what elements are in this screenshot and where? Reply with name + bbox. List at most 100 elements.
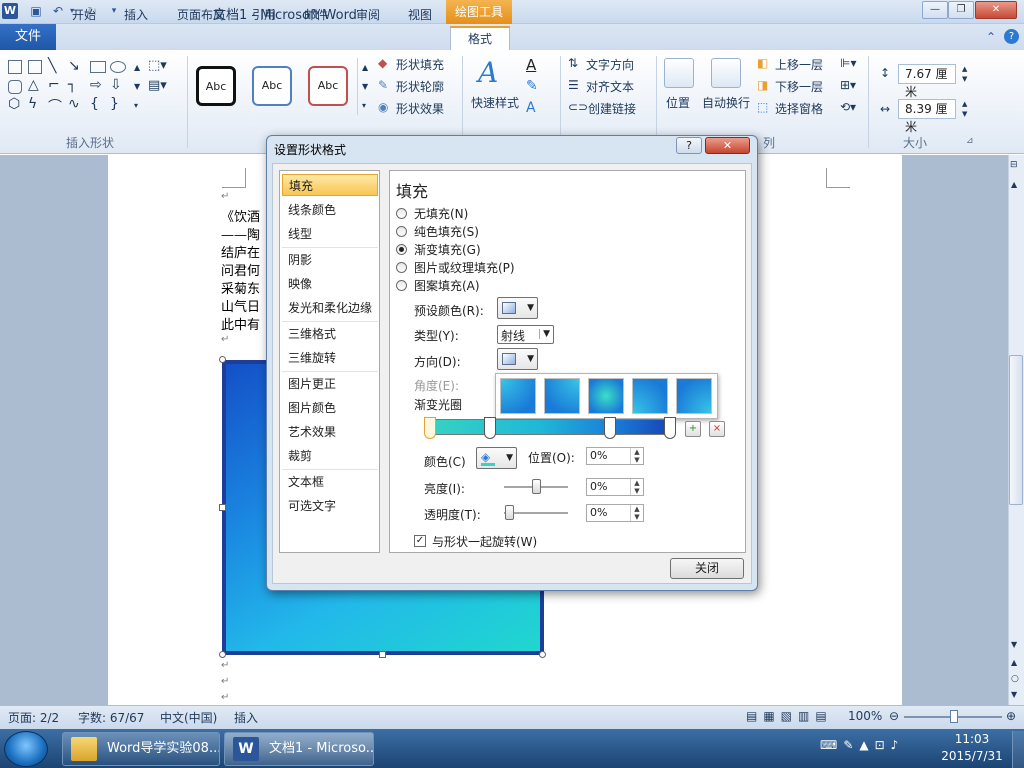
- curve-shape-icon[interactable]: ⌒: [48, 96, 62, 116]
- preset-colors-dropdown[interactable]: ▼: [497, 297, 538, 319]
- text-effects-icon[interactable]: A: [526, 100, 536, 116]
- clock-date[interactable]: 2015/7/31: [938, 749, 1006, 763]
- transparency-spinner-icon[interactable]: ▲ ▼: [630, 505, 643, 521]
- direction-option-bottom-left[interactable]: [632, 378, 668, 414]
- doc-line[interactable]: ——陶: [221, 224, 260, 243]
- dialog-close-button[interactable]: 关闭: [670, 558, 744, 579]
- resize-handle[interactable]: [219, 356, 226, 363]
- edit-shape-icon[interactable]: ⬚▾: [148, 58, 167, 73]
- shape-style-1[interactable]: Abc: [196, 66, 236, 106]
- brightness-slider-thumb[interactable]: [532, 479, 541, 494]
- scroll-down-icon[interactable]: ▼: [1011, 640, 1017, 649]
- taskbar-item-word[interactable]: W 文档1 - Microso...: [224, 732, 374, 766]
- zoom-level[interactable]: 100%: [848, 709, 882, 723]
- zoom-in-icon[interactable]: ⊕: [1006, 709, 1016, 723]
- direction-dropdown[interactable]: ▼: [497, 348, 538, 370]
- connector-shape-icon[interactable]: ⌐: [48, 77, 60, 93]
- nav-item-glow[interactable]: 发光和柔化边缘: [282, 297, 378, 319]
- width-spinner[interactable]: ▲ ▼: [962, 99, 967, 119]
- previous-page-icon[interactable]: ▲: [1011, 658, 1017, 667]
- direction-option-top-left[interactable]: [500, 378, 536, 414]
- resize-handle[interactable]: [219, 651, 226, 658]
- scrollbar-thumb[interactable]: [1009, 355, 1023, 505]
- right-arrow-shape-icon[interactable]: ⇨: [90, 77, 102, 93]
- vertical-textbox-shape-icon[interactable]: [28, 60, 42, 74]
- text-outline-icon[interactable]: ✎: [526, 78, 538, 94]
- brightness-input[interactable]: 0% ▲ ▼: [586, 478, 644, 496]
- link-icon[interactable]: ⊂⊃: [568, 100, 588, 114]
- gradient-stop-selected[interactable]: [424, 417, 436, 439]
- shape-style-2[interactable]: Abc: [252, 66, 292, 106]
- rounded-rect-shape-icon[interactable]: [8, 80, 22, 94]
- size-dialog-launcher-icon[interactable]: ⊿: [966, 136, 974, 146]
- shape-effects-button[interactable]: 形状效果: [396, 100, 444, 117]
- group-icon[interactable]: ⊞▾: [840, 78, 856, 92]
- nav-item-artistic-effects[interactable]: 艺术效果: [282, 421, 378, 443]
- oval-shape-icon[interactable]: [110, 61, 126, 73]
- system-tray-icons[interactable]: ⌨✎▲⊡♪: [820, 738, 904, 752]
- brace-shape-icon[interactable]: {: [90, 96, 99, 112]
- gradient-stop[interactable]: [484, 417, 496, 439]
- create-link-button[interactable]: 创建链接: [588, 100, 636, 117]
- nav-item-alt-text[interactable]: 可选文字: [282, 495, 378, 517]
- nav-item-crop[interactable]: 裁剪: [282, 445, 378, 467]
- wave-shape-icon[interactable]: ∿: [68, 96, 80, 112]
- text-fill-icon[interactable]: A: [526, 56, 536, 74]
- stop-color-picker[interactable]: ◈ ▼: [476, 447, 517, 469]
- doc-line[interactable]: 此中有: [221, 314, 260, 333]
- elbow-connector-shape-icon[interactable]: ┐: [68, 77, 76, 93]
- add-gradient-stop-button[interactable]: +: [685, 421, 701, 437]
- insert-mode-indicator[interactable]: 插入: [234, 709, 258, 726]
- tab-review[interactable]: 审阅: [348, 4, 388, 26]
- nav-item-shadow[interactable]: 阴影: [282, 249, 378, 271]
- text-direction-button[interactable]: 文字方向: [586, 56, 634, 73]
- wrap-text-icon[interactable]: [711, 58, 741, 88]
- tab-file[interactable]: 文件: [0, 24, 56, 50]
- nav-item-3d-rotation[interactable]: 三维旋转: [282, 347, 378, 369]
- view-mode-icons[interactable]: ▤▦▧▥▤: [746, 709, 833, 723]
- line-shape-icon[interactable]: ╲: [48, 58, 56, 74]
- text-direction-icon[interactable]: ⇅: [568, 56, 578, 70]
- ruler-toggle-icon[interactable]: ⊟: [1010, 160, 1018, 170]
- shape-styles-scroll-icon[interactable]: ▲ ▼ ▾: [357, 58, 368, 115]
- triangle-shape-icon[interactable]: △: [28, 77, 39, 93]
- wrap-text-button[interactable]: 自动换行: [702, 94, 750, 111]
- nav-item-picture-corrections[interactable]: 图片更正: [282, 373, 378, 395]
- minimize-ribbon-icon[interactable]: ⌃: [986, 30, 996, 44]
- position-icon[interactable]: [664, 58, 694, 88]
- gradient-fill-label[interactable]: 渐变填充(G): [414, 241, 481, 258]
- dialog-close-x-button[interactable]: ✕: [705, 137, 750, 154]
- gradient-type-select[interactable]: 射线 ▼: [497, 325, 554, 344]
- nav-item-3d-format[interactable]: 三维格式: [282, 323, 378, 345]
- lightning-shape-icon[interactable]: ϟ: [28, 96, 37, 112]
- rotate-with-shape-checkbox[interactable]: ✓: [414, 535, 426, 547]
- show-desktop-button[interactable]: [1012, 731, 1024, 768]
- picture-fill-radio[interactable]: [396, 262, 407, 273]
- align-text-icon[interactable]: ☰: [568, 78, 579, 92]
- bring-forward-button[interactable]: 上移一层: [775, 56, 823, 73]
- nav-item-reflection[interactable]: 映像: [282, 273, 378, 295]
- position-input[interactable]: 0% ▲ ▼: [586, 447, 644, 465]
- nav-item-picture-color[interactable]: 图片颜色: [282, 397, 378, 419]
- pattern-fill-label[interactable]: 图案填充(A): [414, 277, 480, 294]
- draw-textbox-icon[interactable]: ▤▾: [148, 78, 167, 93]
- close-window-button[interactable]: ✕: [975, 1, 1017, 19]
- height-input[interactable]: 7.67 厘米: [898, 64, 956, 99]
- transparency-slider-thumb[interactable]: [505, 505, 514, 520]
- selection-pane-button[interactable]: 选择窗格: [775, 100, 823, 117]
- shape-fill-icon[interactable]: ◆: [378, 56, 387, 70]
- doc-line[interactable]: 《饮酒: [221, 206, 260, 225]
- resize-handle[interactable]: [379, 651, 386, 658]
- gradient-stops-bar[interactable]: [430, 419, 673, 435]
- gradient-stop[interactable]: [604, 417, 616, 439]
- minimize-button[interactable]: —: [922, 1, 948, 19]
- nav-item-line-style[interactable]: 线型: [282, 223, 378, 245]
- brightness-spinner-icon[interactable]: ▲ ▼: [630, 479, 643, 495]
- bring-forward-icon[interactable]: ◧: [757, 56, 768, 70]
- rotate-icon[interactable]: ⟲▾: [840, 100, 856, 114]
- pattern-fill-radio[interactable]: [396, 280, 407, 291]
- picture-fill-label[interactable]: 图片或纹理填充(P): [414, 259, 515, 276]
- tab-format[interactable]: 格式: [450, 26, 510, 51]
- start-button[interactable]: [4, 731, 48, 767]
- zoom-out-icon[interactable]: ⊖: [889, 709, 899, 723]
